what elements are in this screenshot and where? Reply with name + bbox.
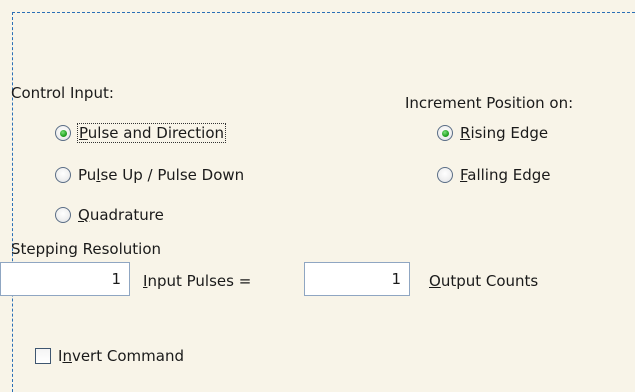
panel-top-border xyxy=(12,12,635,13)
radio-label: Falling Edge xyxy=(460,166,551,184)
radio-label: Quadrature xyxy=(78,206,164,224)
increment-position-label: Increment Position on: xyxy=(405,94,574,112)
radio-button[interactable] xyxy=(437,125,453,141)
radio-button[interactable] xyxy=(55,207,71,223)
radio-selected-dot xyxy=(59,129,67,137)
panel-left-border xyxy=(12,12,13,392)
input-pulses-label: Input Pulses = xyxy=(143,272,252,290)
radio-button[interactable] xyxy=(437,167,453,183)
radio-button[interactable] xyxy=(55,125,71,141)
invert-command-label: Invert Command xyxy=(58,347,184,365)
input-pulses-field[interactable] xyxy=(0,262,130,296)
radio-label: Rising Edge xyxy=(460,124,549,142)
control-input-label: Control Input: xyxy=(11,84,114,102)
radio-rising-edge[interactable]: Rising Edge xyxy=(437,124,548,142)
output-counts-field[interactable] xyxy=(304,262,410,296)
stepping-resolution-label: Stepping Resolution xyxy=(11,240,162,258)
radio-selected-dot xyxy=(441,129,449,137)
radio-falling-edge[interactable]: Falling Edge xyxy=(437,166,551,184)
radio-quadrature[interactable]: Quadrature xyxy=(55,206,164,224)
radio-pulse-and-direction[interactable]: Pulse and Direction xyxy=(55,123,227,143)
radio-button[interactable] xyxy=(55,167,71,183)
radio-label: Pulse and Direction xyxy=(76,123,227,143)
radio-label: Pulse Up / Pulse Down xyxy=(78,166,245,184)
invert-command-checkbox[interactable] xyxy=(35,348,51,364)
radio-pulse-up-pulse-down[interactable]: Pulse Up / Pulse Down xyxy=(55,166,244,184)
output-counts-label: Output Counts xyxy=(429,272,539,290)
invert-command-checkbox-row[interactable]: Invert Command xyxy=(35,347,184,365)
